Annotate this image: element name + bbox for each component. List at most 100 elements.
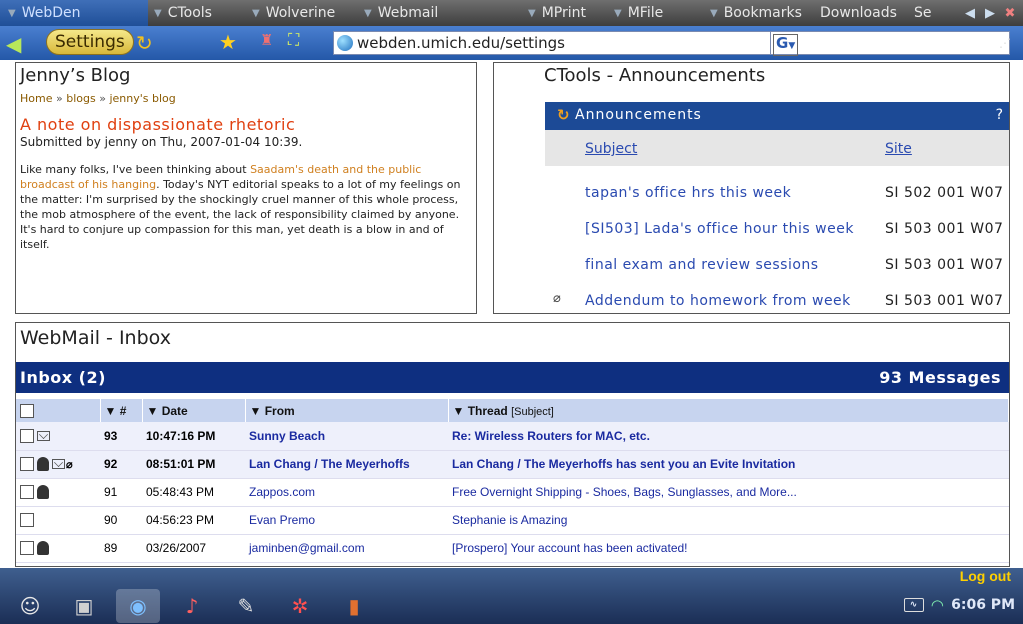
search-box[interactable]: G▼ — [770, 31, 1010, 56]
announcement-row[interactable]: [SI503] Lada's office hour this week SI … — [545, 211, 1009, 247]
tab-scroll-left-icon[interactable]: ◀ — [961, 4, 979, 22]
pin-icon[interactable]: ♜ — [260, 31, 273, 49]
column-number[interactable]: ▼ # — [100, 399, 143, 422]
message-subject[interactable]: [Prospero] Your account has been activat… — [448, 534, 1009, 563]
select-all-checkbox[interactable] — [20, 403, 34, 418]
table-row[interactable]: ⌀ 92 08:51:01 PM Lan Chang / The Meyerho… — [16, 450, 1009, 479]
tab-controls: ◀ ▶ ✖ — [961, 0, 1023, 26]
message-from[interactable]: Zappos.com — [245, 478, 448, 507]
breadcrumb-separator: » — [55, 92, 63, 105]
settings-button[interactable]: Settings — [46, 29, 134, 55]
guitar-icon[interactable]: ♪ — [170, 589, 214, 623]
column-from[interactable]: ▼ From — [245, 399, 449, 422]
mail-icon — [37, 431, 50, 442]
close-icon[interactable]: ✖ — [1001, 4, 1019, 22]
message-number: 91 — [100, 478, 142, 507]
tab-bookmarks[interactable]: ▼ Bookmarks — [698, 0, 814, 26]
message-from[interactable]: Evan Premo — [245, 506, 448, 535]
search-engine-label: G — [776, 34, 789, 52]
wifi-icon[interactable]: ◠ — [932, 596, 944, 614]
message-number: 90 — [100, 506, 142, 535]
url-input[interactable] — [357, 34, 757, 52]
reload-icon[interactable]: ↻ — [136, 31, 153, 55]
breadcrumb-jennys-blog[interactable]: jenny's blog — [109, 92, 175, 105]
tab-search[interactable]: Se — [910, 0, 940, 26]
pencil-icon[interactable]: ✎ — [224, 589, 268, 623]
announcement-row[interactable]: final exam and review sessions SI 503 00… — [545, 247, 1009, 283]
media-icon[interactable]: ▣ — [62, 589, 106, 623]
game-icon[interactable]: ✲ — [278, 589, 322, 623]
row-checkbox[interactable] — [20, 513, 34, 528]
tab-mfile[interactable]: ▼ MFile — [608, 0, 698, 26]
tab-webden[interactable]: ▼ WebDen — [0, 0, 148, 26]
task-bar: Log out ☺ ▣ ◉ ♪ ✎ ✲ ▮ ∿ ◠ 6:06 PM — [0, 568, 1023, 624]
message-subject[interactable]: Re: Wireless Routers for MAC, etc. — [448, 422, 1009, 451]
tab-label: CTools — [167, 5, 212, 21]
announcement-subject[interactable]: [SI503] Lada's office hour this week — [585, 221, 854, 237]
inbox-label[interactable]: Inbox (2) — [20, 368, 106, 387]
book-icon[interactable]: ▮ — [332, 589, 376, 623]
announcement-subject[interactable]: final exam and review sessions — [585, 257, 819, 273]
announcements-header: ↻ Announcements ? — [545, 102, 1009, 130]
tab-label: Wolverine — [265, 5, 336, 21]
column-subject[interactable]: Subject — [585, 141, 637, 157]
app-window: ▼ WebDen ▼ CTools ▼ Wolverine ▼ Webmail … — [0, 0, 1023, 624]
ctools-title: CTools - Announcements — [544, 65, 766, 86]
row-checkbox[interactable] — [20, 541, 34, 556]
web-browser-icon[interactable]: ◉ — [116, 589, 160, 623]
blog-panel: Jenny’s Blog Home » blogs » jenny's blog… — [15, 62, 477, 314]
table-row[interactable]: 90 04:56:23 PM Evan Premo Stephanie is A… — [16, 506, 1009, 535]
tab-ctools[interactable]: ▼ CTools — [148, 0, 246, 26]
message-subject[interactable]: Free Overnight Shipping - Shoes, Bags, S… — [448, 478, 1009, 507]
fullscreen-icon[interactable]: ⛶ — [288, 30, 299, 50]
logout-link[interactable]: Log out — [960, 568, 1011, 584]
row-checkbox[interactable] — [20, 485, 34, 500]
message-from[interactable]: Sunny Beach — [245, 422, 448, 451]
bookmark-star-icon[interactable]: ★ — [219, 30, 237, 54]
column-thread[interactable]: ▼ Thread [Subject] — [448, 399, 1009, 422]
row-checkbox[interactable] — [20, 429, 34, 444]
table-row[interactable]: 89 03/26/2007 jaminben@gmail.com [Prospe… — [16, 534, 1009, 563]
breadcrumb: Home » blogs » jenny's blog — [20, 92, 472, 105]
tab-downloads[interactable]: Downloads — [814, 0, 910, 26]
message-from[interactable]: jaminben@gmail.com — [245, 534, 448, 563]
contact-icon — [37, 457, 49, 472]
tab-arrow-icon: ▼ — [364, 7, 372, 19]
announcement-row[interactable]: ⌀ Addendum to homework from week SI 503 … — [545, 283, 1009, 313]
search-engine-selector[interactable]: G▼ — [773, 34, 799, 56]
mail-icon — [52, 459, 65, 470]
breadcrumb-blogs[interactable]: blogs — [66, 92, 95, 105]
select-all-cell — [16, 399, 101, 422]
announcement-row[interactable]: tapan's office hrs this week SI 502 001 … — [545, 175, 1009, 211]
tab-label: Se — [914, 5, 932, 21]
message-from[interactable]: Lan Chang / The Meyerhoffs — [245, 450, 448, 479]
message-subject[interactable]: Lan Chang / The Meyerhoffs has sent you … — [448, 450, 1009, 479]
table-row[interactable]: 93 10:47:16 PM Sunny Beach Re: Wireless … — [16, 422, 1009, 451]
column-date[interactable]: ▼ Date — [142, 399, 246, 422]
back-arrow-icon[interactable]: ◀ — [6, 32, 21, 56]
clock[interactable]: 6:06 PM — [951, 597, 1015, 613]
battery-icon[interactable]: ∿ — [903, 598, 924, 612]
column-site[interactable]: Site — [885, 141, 912, 157]
tab-label: Downloads — [820, 5, 897, 21]
inbox-table: ▼ # ▼ Date ▼ From ▼ Thread [Subject] 93 … — [16, 399, 1009, 563]
tab-mprint[interactable]: ▼ MPrint — [508, 0, 608, 26]
row-checkbox[interactable] — [20, 457, 34, 472]
table-row[interactable]: 91 05:48:43 PM Zappos.com Free Overnight… — [16, 478, 1009, 507]
tab-scroll-right-icon[interactable]: ▶ — [981, 4, 999, 22]
contacts-icon[interactable]: ☺ — [8, 589, 52, 623]
announcement-site: SI 502 001 W07 — [885, 185, 1004, 201]
resize-grip-icon[interactable]: ⋰ — [999, 36, 1011, 50]
post-title[interactable]: A note on dispassionate rhetoric — [20, 115, 472, 134]
message-date: 10:47:16 PM — [142, 422, 245, 451]
tab-webmail[interactable]: ▼ Webmail — [358, 0, 508, 26]
tab-menu-icon[interactable]: ▼ — [8, 8, 16, 19]
help-button[interactable]: ? — [996, 107, 1003, 123]
tab-wolverine[interactable]: ▼ Wolverine — [246, 0, 358, 26]
post-submitted: Submitted by jenny on Thu, 2007-01-04 10… — [20, 135, 303, 149]
message-subject[interactable]: Stephanie is Amazing — [448, 506, 1009, 535]
announcement-subject[interactable]: tapan's office hrs this week — [585, 185, 791, 201]
announcement-subject[interactable]: Addendum to homework from week — [585, 293, 851, 309]
address-bar[interactable]: ▼ — [333, 31, 791, 55]
breadcrumb-home[interactable]: Home — [20, 92, 52, 105]
